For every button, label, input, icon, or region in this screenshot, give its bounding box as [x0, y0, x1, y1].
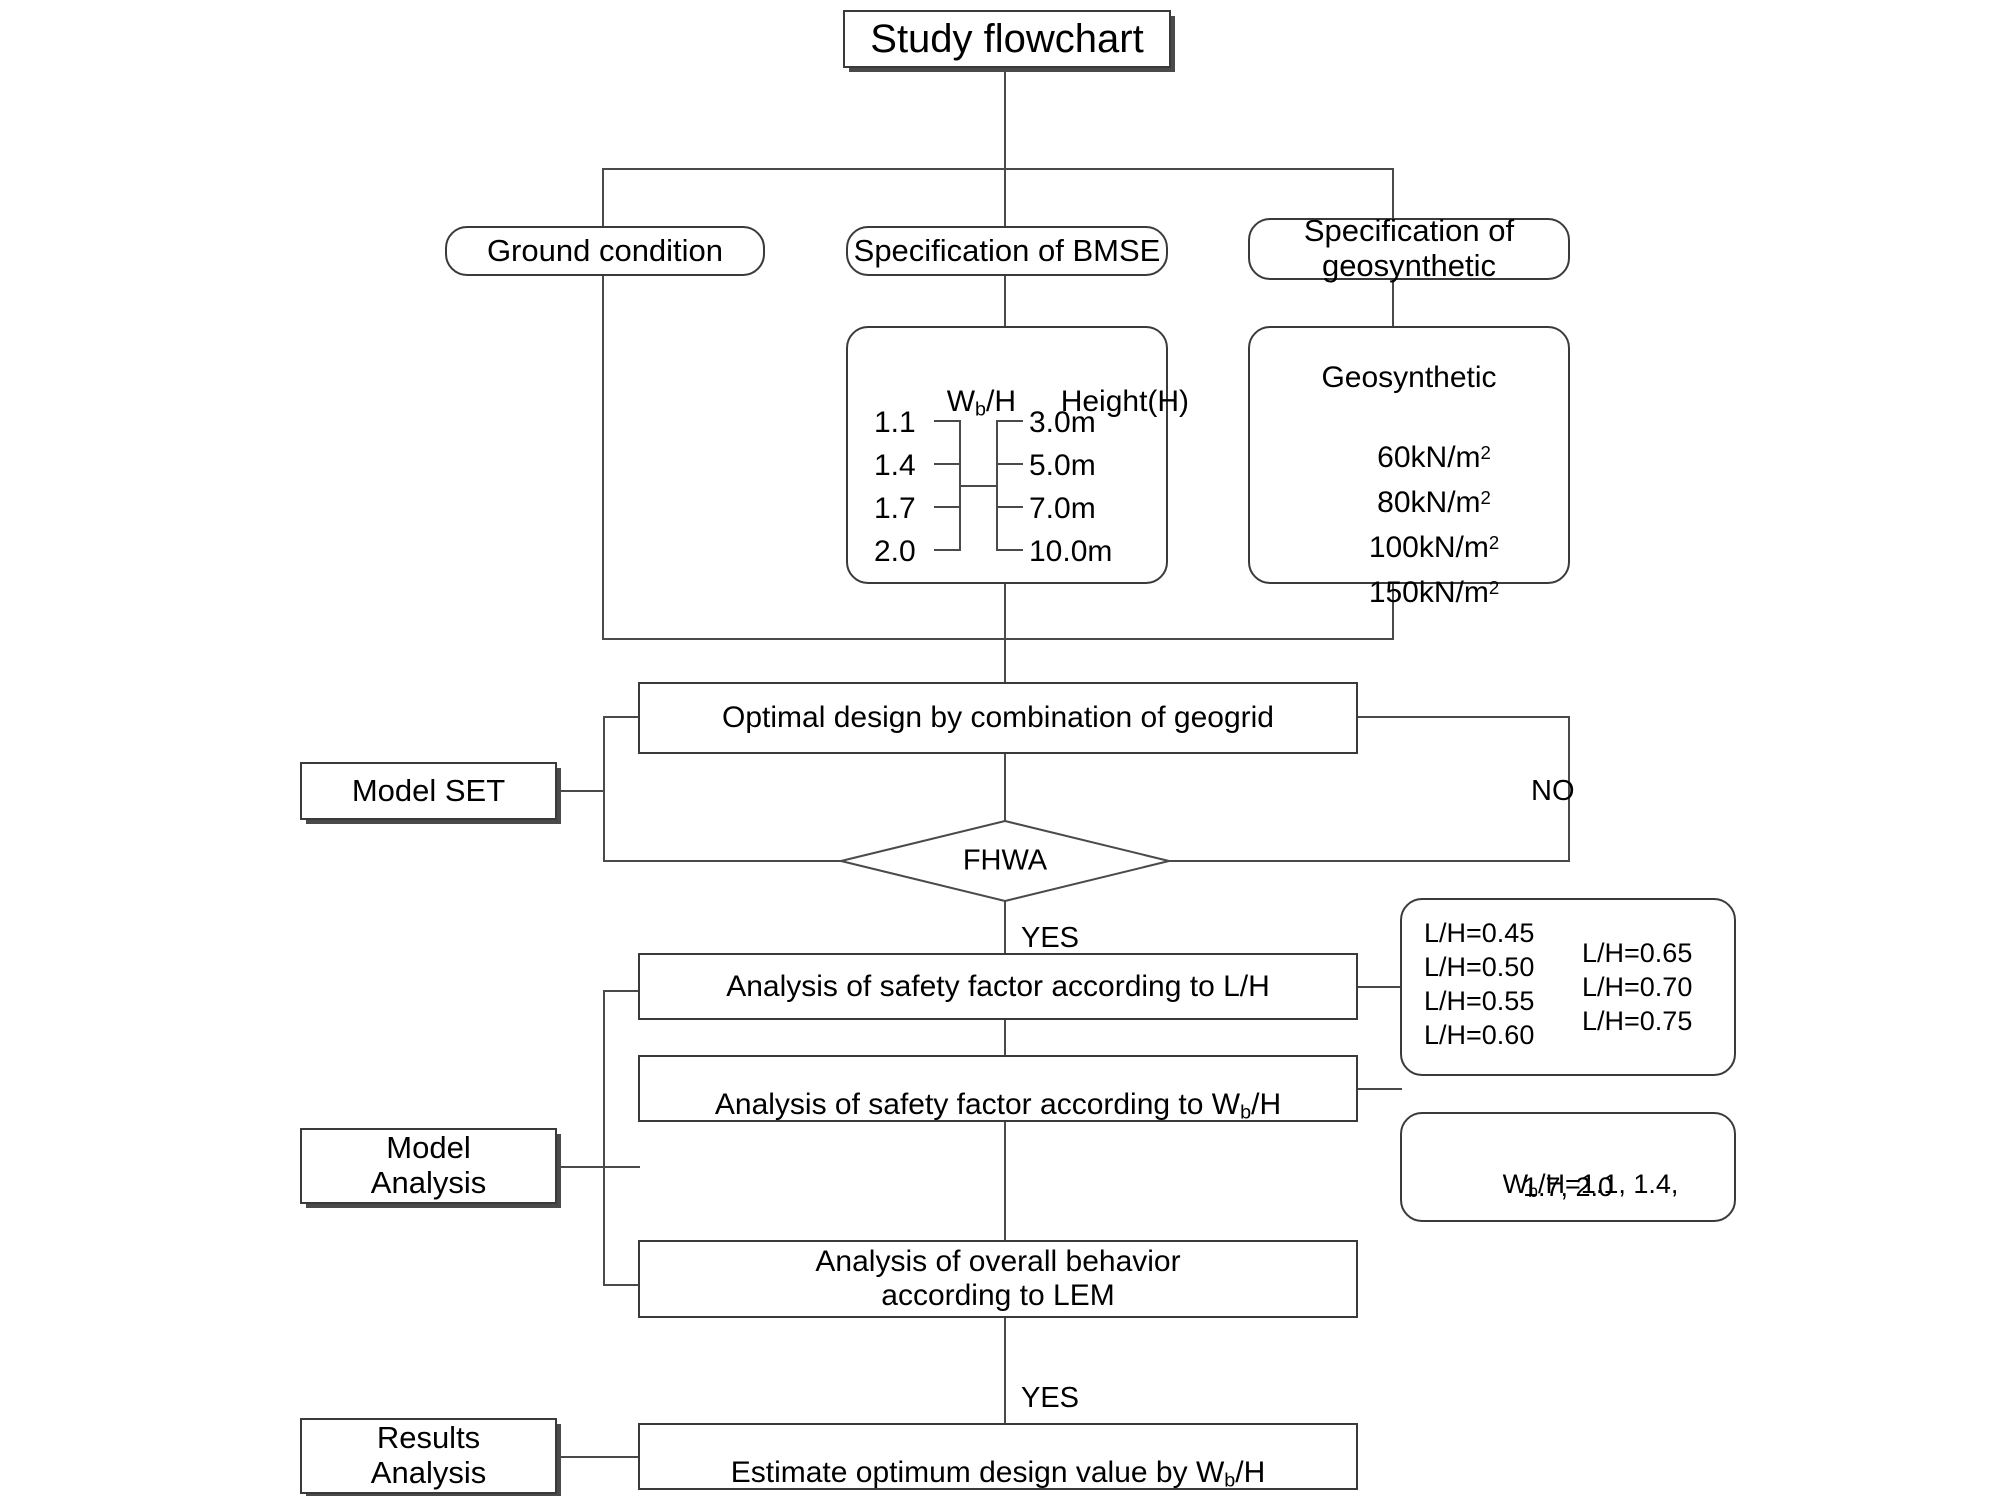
connector-wbh-to-lem — [1004, 1122, 1006, 1240]
wbh-values-box: Wb/H=1.1, 1.4, 1.7, 2.0 — [1400, 1112, 1736, 1222]
final-estimate-box: Estimate optimum design value by Wb/H — [638, 1422, 1358, 1491]
connector-optimal-to-diamond — [1004, 754, 1006, 822]
model-analysis-label-box: Model Analysis — [300, 1128, 557, 1204]
bmse-ratio-2: 1.7 — [874, 492, 916, 525]
wbh-values-line2: 1.7, 2.0 — [1522, 1172, 1614, 1202]
connector-no-right — [1169, 860, 1570, 862]
connector-results-to-final — [557, 1456, 642, 1458]
ground-condition-box: Ground condition — [445, 226, 765, 276]
results-analysis-label: Results Analysis — [370, 1420, 487, 1490]
bmse-bracket-left-t1 — [934, 463, 961, 465]
final-estimate-post: /H — [1235, 1455, 1266, 1489]
lh-right-1: L/H=0.70 — [1582, 972, 1693, 1002]
connector-modelanalysis-arm-wbh — [603, 1166, 640, 1168]
bmse-height-3: 10.0m — [1029, 535, 1113, 568]
ground-condition-label: Ground condition — [486, 232, 724, 268]
yes-label-upper: YES — [1021, 922, 1080, 954]
analysis-lem-label: Analysis of overall behavior according t… — [815, 1245, 1181, 1312]
model-set-label: Model SET — [351, 772, 506, 808]
bmse-ratio-1: 1.4 — [874, 449, 916, 482]
analysis-lh-label: Analysis of safety factor according to L… — [726, 969, 1270, 1003]
connector-lh-to-values — [1358, 986, 1402, 988]
fhwa-decision-label: FHWA — [962, 844, 1048, 877]
connector-modelanalysis-to-bracket — [557, 1166, 605, 1168]
title-box: Study flowchart — [843, 10, 1171, 68]
bmse-bracket-left-t2 — [934, 506, 961, 508]
optimal-design-label: Optimal design by combination of geogrid — [722, 701, 1274, 735]
analysis-wbh-sub: b — [1240, 1100, 1252, 1123]
bmse-bracket-link — [959, 485, 998, 487]
lh-right-0: L/H=0.65 — [1582, 938, 1693, 968]
spec-bmse-box: Specification of BMSE — [846, 226, 1168, 276]
connector-top-bus — [602, 168, 1394, 170]
no-label: NO — [1531, 775, 1575, 807]
bmse-height-0: 3.0m — [1029, 406, 1096, 439]
lh-left-3: L/H=0.60 — [1424, 1020, 1535, 1050]
connector-modelanalysis-bracket-spine — [603, 990, 605, 1286]
bmse-ratio-0: 1.1 — [874, 406, 916, 439]
geosynthetic-value-3: 150kN/m2 — [1250, 541, 1568, 645]
connector-modelset-bracket-bottom — [603, 860, 853, 862]
model-set-label-box: Model SET — [300, 762, 557, 820]
connector-wbh-to-values — [1358, 1088, 1402, 1090]
connector-modelset-bracket-spine — [603, 716, 605, 862]
connector-bmse-detail-down — [1004, 584, 1006, 682]
lh-right-2: L/H=0.75 — [1582, 1006, 1693, 1036]
bmse-bracket-left-t3 — [934, 549, 961, 551]
connector-modelanalysis-arm-lem — [603, 1284, 640, 1286]
connector-modelanalysis-arm-lh — [603, 990, 640, 992]
connector-modelset-bracket-top — [603, 716, 640, 718]
bmse-ratio-3: 2.0 — [874, 535, 916, 568]
bmse-height-1: 5.0m — [1029, 449, 1096, 482]
geosynthetic-value-3-text: 150kN/m — [1368, 575, 1489, 609]
connector-title-stem — [1004, 68, 1006, 168]
bmse-height-2: 7.0m — [1029, 492, 1096, 525]
analysis-wbh-pre: Analysis of safety factor according to W — [714, 1087, 1241, 1121]
connector-bmse-to-table — [1004, 276, 1006, 326]
connector-lh-to-wbh — [1004, 1020, 1006, 1055]
analysis-wbh-label: Analysis of safety factor according to W… — [715, 1054, 1281, 1123]
connector-lem-to-final — [1004, 1318, 1006, 1423]
spec-bmse-label: Specification of BMSE — [853, 232, 1161, 268]
geosynthetic-value-3-exp: 2 — [1488, 576, 1500, 598]
connector-no-into-box — [1358, 716, 1570, 718]
connector-geo-to-values — [1392, 280, 1394, 326]
flowchart-canvas: Study flowchart Ground condition Specifi… — [0, 0, 2008, 1496]
fhwa-decision-diamond: FHWA — [840, 820, 1170, 902]
bmse-detail-inner: Wb/H Height(H) 1.1 1.4 1.7 2.0 3.0m 5.0m… — [848, 328, 1189, 582]
results-analysis-label-box: Results Analysis — [300, 1418, 557, 1494]
connector-modelset-to-bracket — [557, 790, 605, 792]
lh-values-box: L/H=0.45 L/H=0.50 L/H=0.55 L/H=0.60 L/H=… — [1400, 898, 1736, 1076]
bmse-bracket-right-t3 — [996, 549, 1023, 551]
analysis-lem-box: Analysis of overall behavior according t… — [638, 1240, 1358, 1318]
geosynthetic-detail-box: Geosynthetic 60kN/m2 80kN/m2 100kN/m2 15… — [1248, 326, 1570, 609]
analysis-wbh-post: /H — [1251, 1087, 1282, 1121]
optimal-design-box: Optimal design by combination of geogrid — [638, 682, 1358, 754]
final-estimate-sub: b — [1224, 1468, 1236, 1491]
geosynthetic-heading: Geosynthetic — [1321, 361, 1497, 394]
connector-top-bus-mid-riser — [1004, 168, 1006, 228]
connector-yes-down — [1004, 900, 1006, 953]
bmse-header-left-sub: b — [975, 397, 987, 420]
yes-label-lower: YES — [1021, 1382, 1080, 1414]
bmse-bracket-right-t1 — [996, 463, 1023, 465]
connector-ground-down — [602, 276, 604, 638]
lh-left-2: L/H=0.55 — [1424, 986, 1535, 1016]
title-text: Study flowchart — [870, 16, 1144, 61]
spec-geosynthetic-label: Specification of geosynthetic — [1303, 213, 1515, 283]
bmse-header-left-w: W — [946, 384, 976, 418]
spec-geosynthetic-box: Specification of geosynthetic — [1248, 213, 1570, 283]
final-estimate-label: Estimate optimum design value by Wb/H — [731, 1422, 1266, 1491]
final-estimate-pre: Estimate optimum design value by W — [730, 1455, 1225, 1489]
model-analysis-label: Model Analysis — [370, 1130, 487, 1200]
lh-left-1: L/H=0.50 — [1424, 952, 1535, 982]
bmse-detail-box: Wb/H Height(H) 1.1 1.4 1.7 2.0 3.0m 5.0m… — [846, 326, 1189, 584]
bmse-bracket-right-t2 — [996, 506, 1023, 508]
analysis-lh-box: Analysis of safety factor according to L… — [638, 953, 1358, 1020]
analysis-wbh-box: Analysis of safety factor according to W… — [638, 1054, 1358, 1123]
lh-left-0: L/H=0.45 — [1424, 918, 1535, 948]
